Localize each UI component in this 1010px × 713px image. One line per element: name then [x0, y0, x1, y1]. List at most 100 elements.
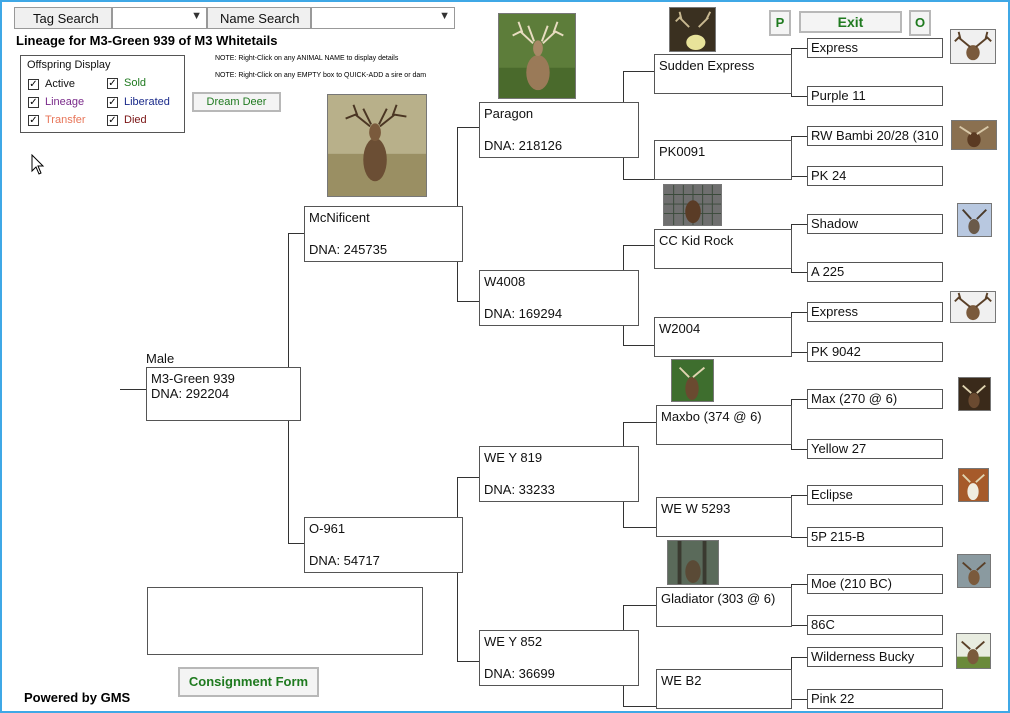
gen3-name[interactable]: Sudden Express [659, 58, 754, 73]
app-window: Tag Search ▼ Name Search ▼ P Exit O Line… [0, 0, 1010, 713]
offspring-display-title: Offspring Display [27, 59, 111, 71]
gen4-box[interactable]: PK 24 [807, 166, 943, 186]
gen4-box[interactable]: Yellow 27 [807, 439, 943, 459]
o-button[interactable]: O [909, 10, 931, 36]
deer-photo-maxbo[interactable] [671, 359, 714, 402]
deer-photo-gladiator[interactable] [667, 540, 719, 585]
legend-active-label: Active [45, 78, 75, 90]
subject-dna: DNA: 292204 [151, 386, 230, 401]
deer-photo-paragon[interactable] [498, 13, 576, 99]
legend-transfer[interactable]: ✓ Transfer [28, 114, 86, 126]
gen3-box[interactable]: WE W 5293 [656, 497, 792, 537]
subject-box[interactable]: M3-Green 939 DNA: 292204 [146, 367, 301, 421]
exit-button[interactable]: Exit [799, 11, 902, 33]
gen4-box[interactable]: A 225 [807, 262, 943, 282]
gen3-name[interactable]: PK0091 [659, 144, 705, 159]
offspring-display-panel: Offspring Display ✓ Active ✓ Sold ✓ Lineage… [20, 55, 185, 133]
notes-box[interactable] [147, 587, 423, 655]
legend-transfer-label: Transfer [45, 114, 86, 126]
checkbox-lineage[interactable]: ✓ [28, 96, 39, 108]
deer-photo-max[interactable] [958, 377, 991, 411]
legend-active[interactable]: ✓ Active [28, 78, 75, 90]
gen4-box[interactable]: 5P 215-B [807, 527, 943, 547]
gen2-dna: DNA: 169294 [484, 306, 563, 321]
name-search-button[interactable]: Name Search [207, 7, 311, 29]
gen3-box[interactable]: PK0091 [654, 140, 792, 180]
deer-photo-cc-kid-rock[interactable] [663, 184, 722, 226]
deer-photo-wilderness-bucky[interactable] [956, 633, 991, 669]
checkbox-died[interactable]: ✓ [107, 114, 118, 126]
dam-box[interactable]: O-961 DNA: 54717 [304, 517, 463, 573]
deer-photo-moe[interactable] [957, 554, 991, 588]
gen3-name[interactable]: W2004 [659, 321, 700, 336]
deer-photo-mcnificent[interactable] [327, 94, 427, 197]
legend-liberated[interactable]: ✓ Liberated [107, 96, 170, 108]
legend-liberated-label: Liberated [124, 96, 170, 108]
gen4-box[interactable]: Pink 22 [807, 689, 943, 709]
legend-sold[interactable]: ✓ Sold [107, 77, 146, 89]
gen4-box[interactable]: RW Bambi 20/28 (310 [807, 126, 943, 146]
gen2-name[interactable]: W4008 [484, 274, 525, 289]
gen4-box[interactable]: Shadow [807, 214, 943, 234]
gen2-name[interactable]: WE Y 852 [484, 634, 542, 649]
gen2-box[interactable]: WE Y 852 DNA: 36699 [479, 630, 639, 686]
gen2-box[interactable]: WE Y 819 DNA: 33233 [479, 446, 639, 502]
gen3-box[interactable]: Sudden Express [654, 54, 792, 94]
gen3-box[interactable]: Gladiator (303 @ 6) [656, 587, 792, 627]
gen4-box[interactable]: Express [807, 302, 943, 322]
gen4-box[interactable]: Purple 11 [807, 86, 943, 106]
gen2-dna: DNA: 218126 [484, 138, 563, 153]
gen3-box[interactable]: WE B2 [656, 669, 792, 709]
gen4-box[interactable]: 86C [807, 615, 943, 635]
gen2-name[interactable]: WE Y 819 [484, 450, 542, 465]
subject-name[interactable]: M3-Green 939 [151, 371, 235, 386]
gen3-name[interactable]: Maxbo (374 @ 6) [661, 409, 762, 424]
tag-search-select[interactable]: ▼ [112, 7, 207, 29]
consignment-form-button[interactable]: Consignment Form [178, 667, 319, 697]
gen3-box[interactable]: CC Kid Rock [654, 229, 792, 269]
deer-photo-express-2[interactable] [950, 291, 996, 323]
gen4-box[interactable]: Moe (210 BC) [807, 574, 943, 594]
dam-name[interactable]: O-961 [309, 521, 345, 536]
gen3-box[interactable]: Maxbo (374 @ 6) [656, 405, 792, 445]
gen4-box[interactable]: PK 9042 [807, 342, 943, 362]
sire-name[interactable]: McNificent [309, 210, 370, 225]
name-search-select[interactable]: ▼ [311, 7, 455, 29]
legend-died[interactable]: ✓ Died [107, 114, 147, 126]
powered-by-label: Powered by GMS [24, 690, 131, 705]
gen3-name[interactable]: CC Kid Rock [659, 233, 733, 248]
gen4-box[interactable]: Max (270 @ 6) [807, 389, 943, 409]
dream-deer-button[interactable]: Dream Deer [192, 92, 281, 112]
deer-photo-sudden-express[interactable] [669, 7, 716, 52]
deer-photo-eclipse[interactable] [958, 468, 989, 502]
gen4-box[interactable]: Wilderness Bucky [807, 647, 943, 667]
gen3-name[interactable]: WE W 5293 [661, 501, 730, 516]
legend-died-label: Died [124, 114, 147, 126]
legend-lineage-label: Lineage [45, 96, 85, 108]
sire-dna: DNA: 245735 [309, 242, 388, 257]
deer-photo-express[interactable] [950, 29, 996, 64]
note-animal-name: NOTE: Right-Click on any ANIMAL NAME to … [215, 55, 399, 62]
sire-box[interactable]: McNificent DNA: 245735 [304, 206, 463, 262]
gen2-name[interactable]: Paragon [484, 106, 533, 121]
gen3-name[interactable]: Gladiator (303 @ 6) [661, 591, 775, 606]
note-empty-box: NOTE: Right-Click on any EMPTY box to QU… [215, 72, 427, 79]
gen2-box[interactable]: Paragon DNA: 218126 [479, 102, 639, 158]
checkbox-sold[interactable]: ✓ [107, 77, 118, 89]
checkbox-active[interactable]: ✓ [28, 78, 39, 90]
subject-sex: Male [146, 351, 175, 366]
tag-search-button[interactable]: Tag Search [14, 7, 112, 29]
gen3-name[interactable]: WE B2 [661, 673, 701, 688]
gen2-box[interactable]: W4008 DNA: 169294 [479, 270, 639, 326]
gen2-dna: DNA: 33233 [484, 482, 555, 497]
deer-photo-shadow[interactable] [957, 203, 992, 237]
legend-lineage[interactable]: ✓ Lineage [28, 96, 84, 108]
gen4-box[interactable]: Eclipse [807, 485, 943, 505]
gen4-box[interactable]: Express [807, 38, 943, 58]
gen3-box[interactable]: W2004 [654, 317, 792, 357]
checkbox-transfer[interactable]: ✓ [28, 114, 39, 126]
checkbox-liberated[interactable]: ✓ [107, 96, 118, 108]
deer-photo-rw-bambi[interactable] [951, 120, 997, 150]
legend-sold-label: Sold [124, 77, 147, 89]
p-button[interactable]: P [769, 10, 791, 36]
